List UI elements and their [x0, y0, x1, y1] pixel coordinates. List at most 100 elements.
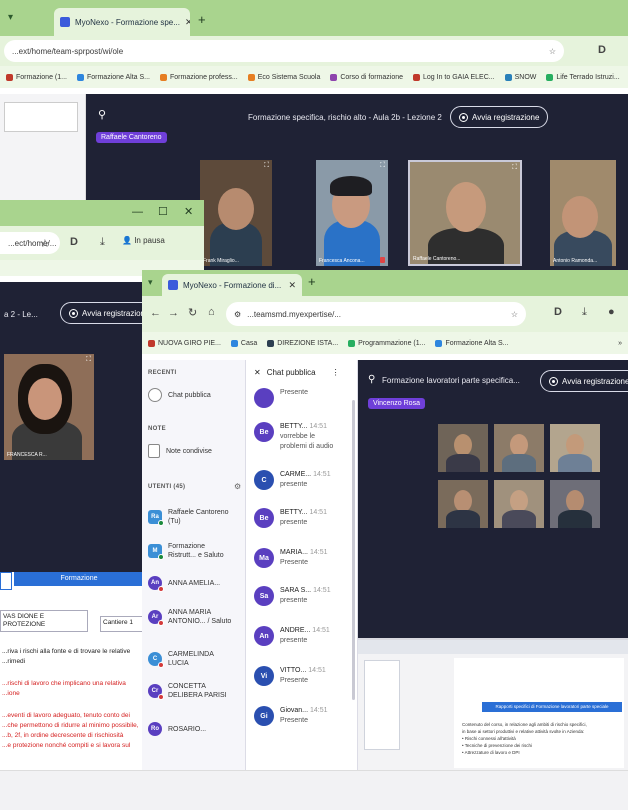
downloads-icon[interactable]: D	[598, 44, 606, 56]
reload-icon[interactable]: ↻	[188, 306, 197, 319]
new-tab-button[interactable]: +	[308, 274, 316, 289]
participant-face	[446, 182, 486, 232]
bottom-taskbar	[0, 770, 628, 810]
participant-tile[interactable]: Francesca Ancona... ⛶	[316, 160, 388, 266]
back-bookmark-6[interactable]: SNOW	[504, 73, 536, 81]
record-icon	[69, 308, 78, 318]
user-icon[interactable]: ⚲	[98, 108, 106, 121]
avatar: C	[148, 652, 164, 668]
user-list-item[interactable]: C CARMELINDA LUCIA	[148, 650, 232, 668]
participant-tile[interactable]	[494, 424, 544, 472]
chat-menu-icon[interactable]: ⋮	[332, 368, 340, 377]
chat-message: Sa SARA S... 14:51 presente	[254, 586, 336, 606]
participant-tile[interactable]	[438, 480, 488, 528]
bookmark-icon	[267, 339, 275, 347]
participant-tile[interactable]	[494, 480, 544, 528]
back-address-bar[interactable]: ...ext/home/team-sprpost/wi/ole ☆	[4, 40, 564, 62]
avatar: Ar	[148, 610, 164, 626]
user-list-item[interactable]: M Formazione Ristrutt... e Saluto	[148, 542, 232, 560]
download-arrow-icon[interactable]: ⤓	[100, 236, 105, 249]
shared-screen-document: Rapporti specifici di Formazione lavorat…	[358, 638, 628, 770]
doc-red-line: ...b, 2f, in ordine decrescente di risch…	[2, 732, 124, 739]
bookmark-star-icon[interactable]: ☆	[511, 310, 518, 319]
front-bookmark-2[interactable]: DIREZIONE ISTA...	[267, 339, 338, 347]
chat-scrollbar[interactable]	[352, 400, 355, 700]
user-list-item[interactable]: Ar ANNA MARIA ANTONIO... / Saluto	[148, 608, 232, 626]
back-bookmark-0[interactable]: Formazione (1...	[6, 73, 67, 81]
front-bookmark-1[interactable]: Casa	[230, 339, 257, 347]
close-tab-icon[interactable]: ✕	[288, 280, 296, 291]
front-address-bar[interactable]: ⚙ ...teamsmd.myexpertise/... ☆	[226, 302, 526, 326]
expand-icon[interactable]: ⛶	[264, 162, 269, 170]
rail-shared-notes[interactable]: Note condivise	[148, 444, 212, 458]
front-bookmark-3[interactable]: Programmazione (1...	[348, 339, 425, 347]
expand-icon[interactable]: ⛶	[86, 356, 91, 364]
forward-arrow-icon[interactable]: →	[168, 307, 179, 319]
expand-icon[interactable]: ⛶	[380, 162, 385, 170]
participant-face	[510, 490, 528, 512]
doc-field-b[interactable]: Cantiere 1	[100, 616, 144, 632]
new-tab-button[interactable]: +	[198, 12, 206, 27]
participant-tile[interactable]: FRANCESCA R... ⛶	[4, 354, 94, 460]
download-arrow-icon[interactable]: ⤓	[582, 306, 587, 319]
profile-icon[interactable]: ●	[608, 306, 615, 318]
participant-video	[502, 454, 536, 472]
profile-icon[interactable]: 👤 In pausa	[122, 236, 165, 245]
downloads-icon[interactable]: D	[70, 236, 78, 248]
bookmark-star-icon[interactable]: ☆	[549, 47, 556, 56]
middle-address-bar[interactable]: ...ect/home/...	[0, 232, 60, 254]
participant-tile[interactable]	[550, 424, 600, 472]
expand-icon[interactable]: ⛶	[512, 164, 517, 172]
participant-tile[interactable]	[438, 424, 488, 472]
user-list-item[interactable]: Cr CONCETTA DELIBERA PARISI	[148, 682, 232, 700]
bookmarks-overflow-icon[interactable]: »	[618, 340, 622, 347]
front-bookmark-4[interactable]: Formazione Alta S...	[435, 339, 509, 347]
back-bookmark-4[interactable]: Corso di formazione	[330, 73, 403, 81]
shared-doc-line: • Rischi connessi all'attività	[462, 736, 516, 741]
close-window-icon[interactable]: ✕	[184, 205, 193, 218]
users-settings-icon[interactable]: ⚙	[234, 482, 241, 491]
back-bookmark-1[interactable]: Formazione Alta S...	[76, 73, 150, 81]
minimize-icon[interactable]: —	[132, 206, 143, 218]
bookmark-icon	[413, 73, 420, 81]
chat-close-icon[interactable]: ✕	[254, 368, 261, 377]
back-active-tab[interactable]: MyoNexo - Formazione spe... ✕	[54, 8, 190, 36]
front-active-tab[interactable]: MyoNexo - Formazione di... ✕	[162, 274, 302, 296]
back-bookmark-2[interactable]: Formazione profess...	[160, 73, 238, 81]
section-recent: RECENTI	[148, 370, 177, 376]
maximize-icon[interactable]: ☐	[158, 205, 168, 218]
back-meeting-title: Formazione specifica, rischio alto - Aul…	[248, 113, 442, 122]
back-record-button[interactable]: Avvia registrazione	[450, 106, 549, 128]
front-bookmark-0[interactable]: NUOVA GIRO PIE...	[148, 339, 221, 347]
doc-field-a[interactable]: VAS DIONE E PROTEZIONE	[0, 610, 88, 632]
participant-tile[interactable]: Antonio Ramonda...	[550, 160, 616, 266]
user-icon[interactable]: ⚲	[368, 374, 375, 385]
participant-tile[interactable]: Raffaele Cantoreno... ⛶	[408, 160, 522, 266]
user-list-item[interactable]: An ANNA AMELIA...	[148, 576, 232, 592]
participant-name: Raffaele Cantoreno...	[413, 256, 461, 262]
participant-tile[interactable]	[550, 480, 600, 528]
avatar: Be	[254, 422, 274, 442]
bookmark-star-icon[interactable]: ☆	[40, 237, 50, 250]
middle-tab-strip: — ☐ ✕	[0, 200, 204, 226]
participant-video	[502, 510, 536, 528]
rail-public-chat[interactable]: Chat pubblica	[148, 388, 211, 402]
section-notes: NOTE	[148, 426, 166, 432]
close-tab-icon[interactable]: ✕	[185, 17, 190, 28]
user-list-item[interactable]: Ra Raffaele Cantoreno (Tu)	[148, 508, 232, 526]
doc-blue-bar[interactable]: Formazione	[14, 572, 144, 586]
back-bookmark-7[interactable]: Life Terrado Istruzi...	[546, 73, 620, 81]
front-record-button[interactable]: Avvia registrazione	[540, 370, 628, 392]
doc-input[interactable]	[0, 572, 12, 590]
participant-tile[interactable]: Frank Miraglio... ⛶	[200, 160, 272, 266]
user-list-item[interactable]: Ro ROSARIO...	[148, 722, 232, 736]
tab-search-icon[interactable]: ▾	[148, 277, 153, 288]
back-bookmark-5[interactable]: Log In to GAIA ELEC...	[413, 73, 495, 81]
back-arrow-icon[interactable]: ←	[150, 307, 161, 319]
back-bookmark-3[interactable]: Eco Sistema Scuola	[247, 73, 320, 81]
downloads-icon[interactable]: D	[554, 306, 562, 318]
bookmark-icon	[348, 339, 356, 347]
home-icon[interactable]: ⌂	[208, 306, 215, 318]
tab-search-icon[interactable]: ▾	[8, 12, 13, 23]
site-info-icon[interactable]: ⚙	[234, 310, 241, 319]
